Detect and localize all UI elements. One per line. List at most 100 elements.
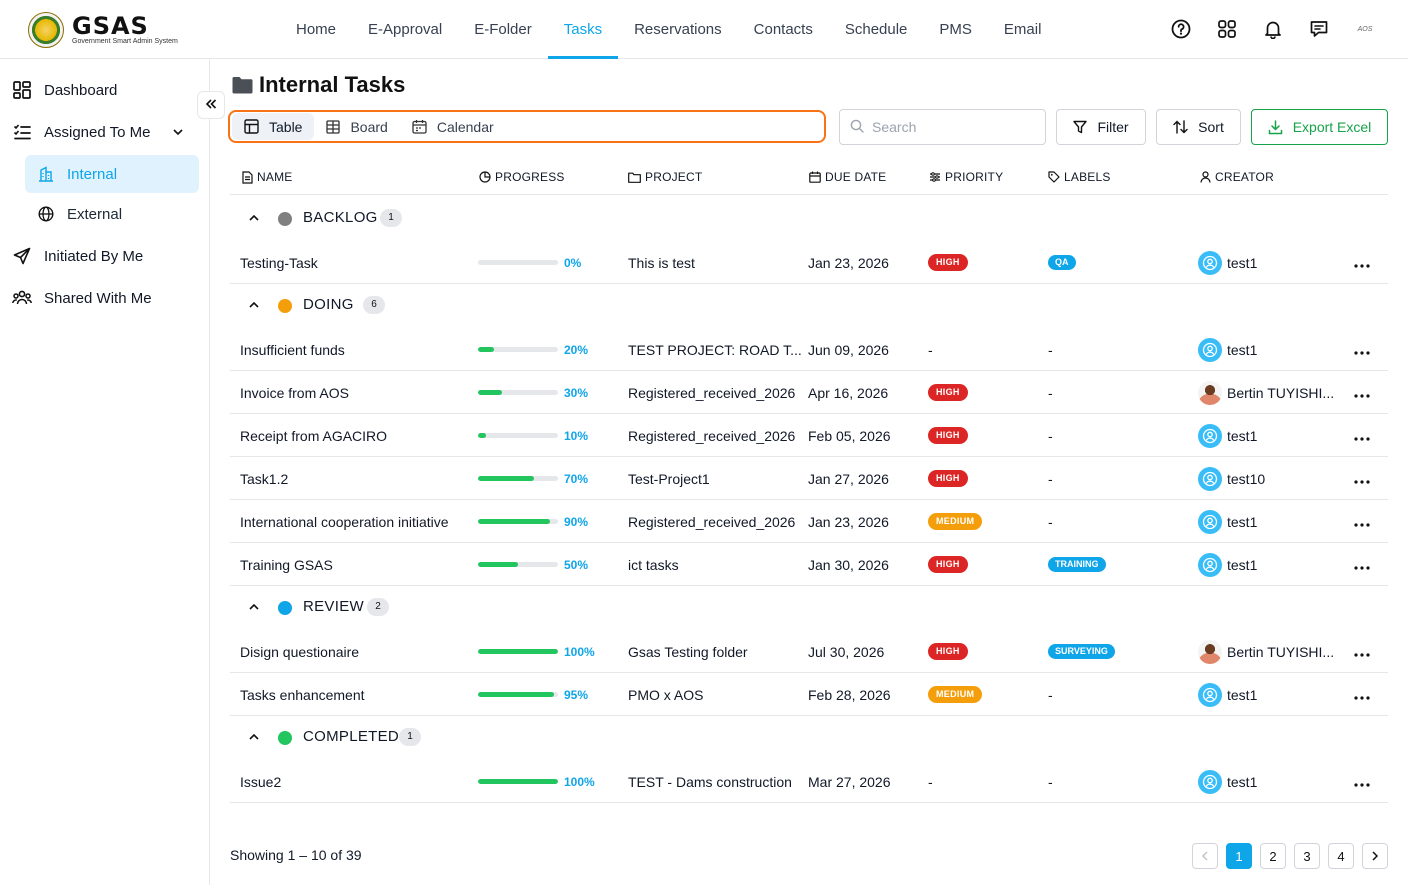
- more-actions-button[interactable]: [1354, 241, 1370, 284]
- previous-page-button[interactable]: [1192, 843, 1218, 869]
- group-header-review[interactable]: REVIEW 2: [230, 586, 1388, 630]
- table-row[interactable]: Receipt from AGACIRO 10% Registered_receiv…: [230, 414, 1388, 457]
- sort-button[interactable]: Sort: [1156, 109, 1241, 145]
- sidebar-item-internal[interactable]: Internal: [25, 155, 199, 193]
- sidebar-item-label: Internal: [67, 165, 118, 183]
- sidebar-item-external[interactable]: External: [25, 195, 199, 233]
- nav-e-folder[interactable]: E-Folder: [458, 0, 548, 59]
- project-cell: Test-Project1: [628, 457, 710, 500]
- column-header-project[interactable]: PROJECT: [628, 170, 702, 184]
- apps-grid-icon[interactable]: [1214, 14, 1240, 44]
- nav-email[interactable]: Email: [988, 0, 1058, 59]
- double-chevron-left-icon: [205, 97, 217, 113]
- table-row[interactable]: Insufficient funds 20% TEST PROJECT: ROAD …: [230, 328, 1388, 371]
- nav-reservations[interactable]: Reservations: [618, 0, 738, 59]
- page-button-1[interactable]: 1: [1226, 843, 1252, 869]
- group-header-backlog[interactable]: BACKLOG 1: [230, 197, 1388, 241]
- sidebar-item-shared-with-me[interactable]: Shared With Me: [12, 278, 152, 318]
- chevron-up-icon[interactable]: [248, 298, 260, 314]
- more-actions-button[interactable]: [1354, 630, 1370, 673]
- nav-tasks[interactable]: Tasks: [547, 0, 619, 59]
- view-calendar-button[interactable]: Calendar: [400, 113, 506, 140]
- nav-contacts[interactable]: Contacts: [738, 0, 829, 59]
- creator-name: test10: [1227, 470, 1266, 487]
- priority-cell: MEDIUM: [928, 500, 983, 543]
- chat-icon[interactable]: [1306, 14, 1332, 44]
- more-actions-button[interactable]: [1354, 543, 1370, 586]
- group-header-doing[interactable]: DOING 6: [230, 284, 1388, 328]
- view-table-button[interactable]: Table: [232, 113, 315, 140]
- sidebar-item-label: External: [67, 205, 123, 223]
- more-horizontal-icon: [1354, 471, 1370, 487]
- more-actions-button[interactable]: [1354, 328, 1370, 371]
- app-logo[interactable]: GSAS Government Smart Admin System: [28, 10, 178, 50]
- account-avatar[interactable]: AOS: [1352, 14, 1378, 44]
- table-row[interactable]: International cooperation initiative 90% R…: [230, 500, 1388, 543]
- priority-badge: HIGH: [928, 470, 968, 487]
- bell-icon[interactable]: [1260, 14, 1286, 44]
- nav-pms[interactable]: PMS: [923, 0, 988, 59]
- table-row[interactable]: Task1.2 70% Test-Project1 Jan 27, 2026 HIGH -…: [230, 457, 1388, 500]
- column-header-labels[interactable]: LABELS: [1048, 170, 1111, 184]
- collapse-sidebar-button[interactable]: [197, 91, 225, 119]
- nav-schedule[interactable]: Schedule: [829, 0, 924, 59]
- more-actions-button[interactable]: [1354, 414, 1370, 457]
- column-header-due-date[interactable]: DUE DATE: [809, 170, 886, 184]
- progress-percent: 90%: [564, 514, 589, 529]
- page-button-2[interactable]: 2: [1260, 843, 1286, 869]
- column-header-name[interactable]: NAME: [242, 170, 292, 184]
- next-page-button[interactable]: [1362, 843, 1388, 869]
- labels-cell: -: [1048, 457, 1053, 500]
- export-excel-button[interactable]: Export Excel: [1251, 109, 1388, 145]
- project-cell: TEST - Dams construction: [628, 760, 792, 803]
- creator-name: test1: [1227, 773, 1258, 790]
- chevron-up-icon[interactable]: [248, 211, 260, 227]
- task-name-cell: Tasks enhancement: [240, 673, 365, 716]
- label-empty: -: [1048, 427, 1053, 444]
- filter-icon: [1073, 120, 1088, 134]
- table-row[interactable]: Disign questionaire 100% Gsas Testing fold…: [230, 630, 1388, 673]
- government-seal-icon: [28, 12, 64, 48]
- more-actions-button[interactable]: [1354, 500, 1370, 543]
- more-actions-button[interactable]: [1354, 760, 1370, 803]
- table-row[interactable]: Invoice from AOS 30% Registered_received_2…: [230, 371, 1388, 414]
- chevron-up-icon[interactable]: [248, 730, 260, 746]
- label-empty: -: [1048, 686, 1053, 703]
- page-button-4[interactable]: 4: [1328, 843, 1354, 869]
- sidebar-item-initiated-by-me[interactable]: Initiated By Me: [12, 236, 143, 276]
- label-empty: -: [1048, 341, 1053, 358]
- table-row[interactable]: Testing-Task 0% This is test Jan 23, 2026 HI…: [230, 241, 1388, 284]
- column-header-progress[interactable]: PROGRESS: [479, 170, 565, 184]
- search-input[interactable]: [872, 119, 1032, 135]
- project-name: ict tasks: [628, 556, 679, 573]
- more-actions-button[interactable]: [1354, 457, 1370, 500]
- due-date: Apr 16, 2026: [808, 384, 889, 401]
- status-dot: [278, 601, 292, 615]
- tag-icon: [1048, 171, 1060, 183]
- more-actions-button[interactable]: [1354, 371, 1370, 414]
- column-header-creator[interactable]: CREATOR: [1200, 170, 1274, 184]
- sidebar-item-assigned-to-me[interactable]: Assigned To Me: [12, 112, 192, 152]
- export-label: Export Excel: [1292, 119, 1372, 135]
- table-row[interactable]: Training GSAS 50% ict tasks Jan 30, 2026 HIG…: [230, 543, 1388, 586]
- more-horizontal-icon: [1354, 428, 1370, 444]
- more-actions-button[interactable]: [1354, 673, 1370, 716]
- filter-button[interactable]: Filter: [1056, 109, 1146, 145]
- page-button-3[interactable]: 3: [1294, 843, 1320, 869]
- column-header-priority[interactable]: PRIORITY: [929, 170, 1003, 184]
- priority-badge: HIGH: [928, 384, 968, 401]
- task-name-cell: Invoice from AOS: [240, 371, 349, 414]
- nav-e-approval[interactable]: E-Approval: [352, 0, 458, 59]
- priority-badge: MEDIUM: [928, 686, 983, 703]
- help-icon[interactable]: [1168, 14, 1194, 44]
- chevron-up-icon[interactable]: [248, 600, 260, 616]
- table-row[interactable]: Issue2 100% TEST - Dams construction Mar 27…: [230, 760, 1388, 803]
- group-header-completed[interactable]: COMPLETED 1: [230, 716, 1388, 760]
- progress-bar: [478, 347, 558, 352]
- sidebar-item-dashboard[interactable]: Dashboard: [12, 70, 117, 110]
- due-date-cell: Jun 09, 2026: [808, 328, 889, 371]
- view-board-button[interactable]: Board: [314, 113, 399, 140]
- nav-home[interactable]: Home: [280, 0, 352, 59]
- table-row[interactable]: Tasks enhancement 95% PMO x AOS Feb 28, 202…: [230, 673, 1388, 716]
- priority-empty: -: [928, 773, 933, 790]
